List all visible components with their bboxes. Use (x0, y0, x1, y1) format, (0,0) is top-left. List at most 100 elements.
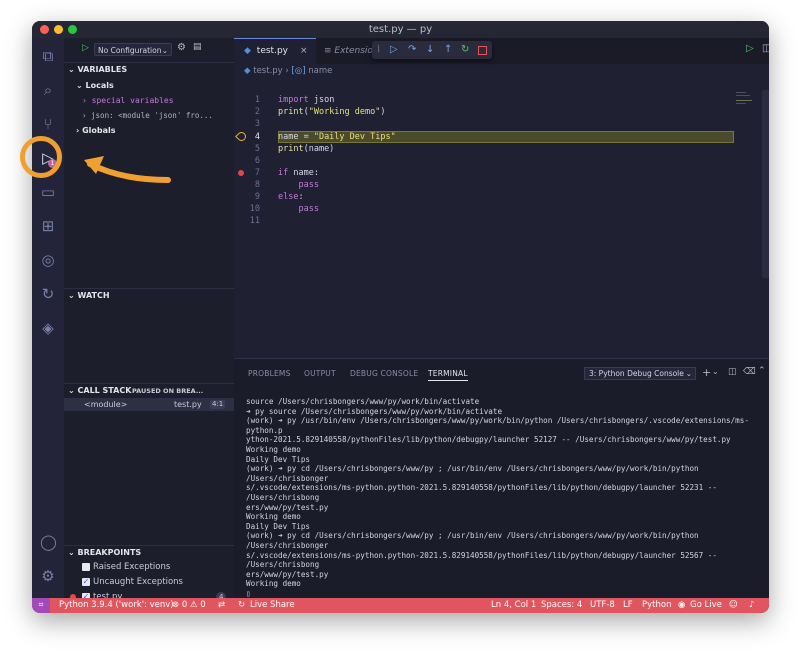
terminal-line: source /Users/chrisbongers/www/py/work/b… (246, 397, 480, 406)
status-bar: ⌗ Python 3.9.4 ('work': venv) ⊗ 0 ⚠ 0 ⇄ … (32, 598, 769, 613)
encoding[interactable]: UTF-8 (590, 598, 615, 613)
line-number: 7 (254, 168, 260, 178)
tab-output[interactable]: OUTPUT (304, 369, 336, 378)
json-variable-item[interactable]: › json: <module 'json' fro... (82, 111, 213, 120)
terminal-line: Working demo (246, 579, 301, 589)
tab-debug-console[interactable]: DEBUG CONSOLE (350, 369, 418, 378)
extension-icon: ≡ (324, 46, 332, 56)
cursor-position[interactable]: Ln 4, Col 1 (491, 598, 536, 613)
checkbox[interactable] (82, 563, 90, 571)
drag-handle-icon[interactable]: ⁞ (377, 41, 380, 59)
scrollbar[interactable] (762, 90, 769, 278)
debug-controls: ⁞ ▷ ↷ ↓ ↑ ↻ (372, 41, 492, 59)
arrow-annotation (84, 156, 171, 183)
split-terminal-icon[interactable]: ◫ (728, 367, 737, 377)
variables-header[interactable]: ⌄ VARIABLES (64, 62, 234, 77)
files-icon[interactable]: ⧉ (40, 48, 56, 64)
step-out-icon[interactable]: ↑ (444, 41, 452, 59)
sync-icon[interactable]: ⇄ (218, 598, 225, 613)
terminal-output[interactable]: source /Users/chrisbongers/www/py/work/b… (246, 397, 766, 598)
continue-icon[interactable]: ▷ (390, 41, 398, 59)
remote-indicator-icon[interactable]: ⌗ (32, 598, 50, 613)
terminal-line: s/.vscode/extensions/ms-python.python-20… (246, 483, 717, 502)
step-over-icon[interactable]: ↷ (408, 41, 416, 59)
live-share-button[interactable]: Live Share (250, 598, 295, 613)
split-editor-icon[interactable]: ◫ (762, 43, 769, 54)
git-graph-icon[interactable]: ◎ (40, 252, 56, 268)
terminal-line: Daily Dev Tips (246, 454, 311, 464)
symbol-icon: [◎] (291, 66, 306, 76)
code-line: print(name) (278, 144, 335, 154)
breakpoints-header[interactable]: ⌄ BREAKPOINTS (64, 545, 234, 560)
locals-scope[interactable]: ⌄ Locals (76, 81, 114, 90)
maximize-button[interactable] (68, 25, 77, 34)
call-stack-status: PAUSED ON BREA... (132, 387, 204, 395)
step-into-icon[interactable]: ↓ (426, 41, 434, 59)
close-icon[interactable]: × (300, 39, 308, 63)
start-debug-icon[interactable]: ▷ (82, 43, 89, 53)
close-button[interactable] (40, 25, 49, 34)
line-number: 10 (249, 204, 260, 214)
remote-explorer-icon[interactable]: ▭ (40, 184, 56, 200)
chevron-down-icon: ⌄ (685, 369, 692, 378)
debug-sidebar: ▷ No Configuration ⌄ ⚙ ▤ ⌄ VARIABLES ⌄ Lo… (64, 38, 234, 602)
python-file-icon: ◆ (244, 66, 251, 76)
breakpoint-row[interactable]: ✓ Uncaught Exceptions (64, 575, 234, 589)
extensions-icon[interactable]: ⊞ (40, 218, 56, 234)
breadcrumb-file[interactable]: test.py (253, 66, 282, 76)
editor-area: ◆ test.py × ≡ Extension ⁞ ▷ ↷ ↓ ↑ ↻ ▷ ◫ … (234, 38, 769, 358)
line-number: 1 (254, 95, 260, 105)
line-number: 9 (254, 192, 260, 202)
restart-icon[interactable]: ↻ (461, 41, 469, 59)
chevron-down-icon[interactable]: ⌄ (712, 367, 719, 376)
go-live-icon[interactable]: ◉ (678, 598, 685, 613)
feedback-icon[interactable]: ☺ (729, 598, 738, 613)
indentation[interactable]: Spaces: 4 (541, 598, 582, 613)
live-share-icon[interactable]: ↻ (40, 286, 56, 302)
minimap[interactable] (734, 90, 759, 130)
call-stack-header[interactable]: ⌄ CALL STACK PAUSED ON BREA... (64, 383, 234, 398)
live-share-icon[interactable]: ↻ (238, 598, 245, 613)
trash-icon[interactable]: ⌫ (743, 367, 756, 377)
line-number: 8 (254, 180, 260, 190)
tab-terminal[interactable]: TERMINAL (428, 369, 468, 381)
tab-test-py[interactable]: ◆ test.py × (234, 38, 316, 64)
tab-problems[interactable]: PROBLEMS (248, 369, 291, 378)
go-live-button[interactable]: Go Live (690, 598, 722, 613)
special-variables-item[interactable]: › special variables (82, 96, 174, 105)
docker-icon[interactable]: ◈ (40, 320, 56, 336)
terminal-select[interactable]: 3: Python Debug Console ⌄ (584, 367, 696, 380)
configuration-select[interactable]: No Configuration ⌄ (94, 43, 172, 56)
source-control-icon[interactable]: ⑂ (40, 116, 56, 132)
call-stack-frame[interactable]: <module> test.py 4:1 (64, 398, 234, 411)
breadcrumb-symbol[interactable]: name (308, 66, 332, 76)
problems-count[interactable]: ⊗ 0 ⚠ 0 (172, 598, 206, 613)
gear-icon[interactable]: ⚙ (177, 42, 186, 53)
code-line: else: (278, 192, 304, 202)
breakpoint-row[interactable]: Raised Exceptions (64, 560, 234, 574)
maximize-panel-icon[interactable]: ⌃ (758, 366, 766, 376)
python-interpreter[interactable]: Python 3.9.4 ('work': venv) (59, 598, 174, 613)
language-mode[interactable]: Python (642, 598, 671, 613)
settings-icon[interactable]: ⚙ (40, 568, 56, 584)
line-number: 11 (249, 216, 260, 226)
chevron-down-icon: ⌄ (161, 46, 168, 55)
terminal-line: (work) ➜ py /usr/bin/env /Users/chrisbon… (246, 416, 749, 435)
minimize-button[interactable] (54, 25, 63, 34)
tab-extension[interactable]: ≡ Extension (318, 38, 374, 64)
bell-icon[interactable]: ♪ (749, 598, 754, 613)
account-icon[interactable]: ◯ (40, 534, 57, 550)
debug-toolbar: ▷ No Configuration ⌄ ⚙ ▤ (80, 42, 230, 57)
watch-header[interactable]: ⌄ WATCH (64, 288, 234, 303)
stop-icon[interactable] (478, 46, 487, 55)
new-terminal-icon[interactable]: + (702, 366, 711, 379)
debug-console-icon[interactable]: ▤ (193, 42, 202, 52)
frame-name: <module> (84, 400, 128, 409)
globals-scope[interactable]: › Globals (76, 126, 116, 135)
code-line: print("Working demo") (278, 107, 386, 117)
bottom-panel: PROBLEMS OUTPUT DEBUG CONSOLE TERMINAL 3… (234, 358, 769, 599)
checkbox-checked[interactable]: ✓ (82, 578, 90, 586)
search-icon[interactable]: ⌕ (40, 82, 56, 98)
run-file-icon[interactable]: ▷ (746, 43, 754, 54)
line-ending[interactable]: LF (623, 598, 633, 613)
